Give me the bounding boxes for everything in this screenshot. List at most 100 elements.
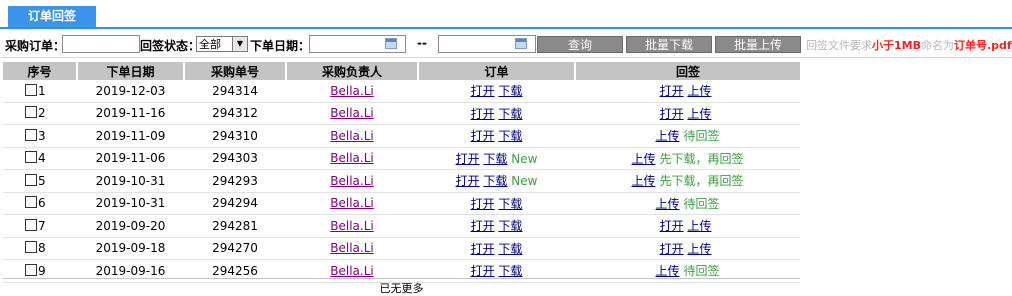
order-download-link[interactable]: 下载: [498, 197, 522, 211]
order-download-link[interactable]: 下载: [498, 84, 522, 98]
order-actions: 打开 下载: [418, 102, 575, 125]
signback-open-link[interactable]: 打开: [660, 107, 684, 121]
owner-link[interactable]: Bella.Li: [330, 264, 373, 278]
signback-upload-link[interactable]: 上传: [687, 84, 711, 98]
order-input[interactable]: [62, 35, 140, 53]
row-index: 8: [38, 241, 46, 256]
order-actions: 打开 下载: [418, 192, 575, 215]
order-open-link[interactable]: 打开: [471, 242, 495, 256]
row-checkbox[interactable]: [25, 128, 37, 141]
calendar-icon[interactable]: [515, 38, 527, 49]
row-checkbox[interactable]: [25, 263, 37, 276]
owner-link[interactable]: Bella.Li: [330, 106, 373, 120]
owner-link[interactable]: Bella.Li: [330, 129, 373, 143]
order-download-link[interactable]: 下载: [483, 152, 507, 166]
po-number: 294294: [184, 192, 286, 215]
hint-size: 小于1MB: [872, 39, 921, 52]
row-index-cell: 2: [3, 102, 77, 125]
row-index: 7: [38, 218, 46, 233]
order-date: 2019-09-18: [77, 237, 184, 260]
signback-upload-link[interactable]: 上传: [687, 219, 711, 233]
order-download-link[interactable]: 下载: [498, 242, 522, 256]
order-download-link[interactable]: 下载: [498, 219, 522, 233]
order-date: 2019-09-20: [77, 214, 184, 238]
sign-status-select[interactable]: 全部 ▼: [196, 36, 248, 52]
po-number: 294293: [184, 169, 286, 193]
owner-link[interactable]: Bella.Li: [330, 241, 373, 255]
signback-open-link[interactable]: 打开: [660, 242, 684, 256]
row-checkbox[interactable]: [25, 151, 37, 164]
owner-cell: Bella.Li: [286, 237, 418, 260]
batch-upload-button[interactable]: 批量上传: [715, 36, 801, 53]
table-header-row: 序号 下单日期 采购单号 采购负责人 订单 回签: [3, 62, 800, 80]
owner-link[interactable]: Bella.Li: [330, 219, 373, 233]
order-open-link[interactable]: 打开: [471, 107, 495, 121]
order-date: 2019-11-16: [77, 102, 184, 125]
row-checkbox[interactable]: [25, 106, 37, 119]
row-checkbox[interactable]: [25, 173, 37, 186]
order-download-link[interactable]: 下载: [498, 107, 522, 121]
signback-status: 先下载，再回签: [659, 151, 744, 166]
order-date: 2019-10-31: [77, 169, 184, 193]
owner-link[interactable]: Bella.Li: [330, 151, 373, 165]
calendar-icon[interactable]: [385, 38, 397, 49]
chevron-down-icon: ▼: [232, 37, 247, 51]
batch-download-button[interactable]: 批量下载: [626, 36, 712, 53]
row-checkbox[interactable]: [25, 241, 37, 254]
order-download-link[interactable]: 下载: [498, 264, 522, 278]
table-row: 3 2019-11-09 294310 Bella.Li 打开 下载 上传 待回签: [3, 124, 800, 148]
col-header-owner: 采购负责人: [285, 62, 418, 80]
owner-link[interactable]: Bella.Li: [330, 196, 373, 210]
row-checkbox[interactable]: [25, 196, 37, 209]
table-row: 6 2019-10-31 294294 Bella.Li 打开 下载 上传 待回签: [3, 192, 800, 215]
orders-table: 序号 下单日期 采购单号 采购负责人 订单 回签 1 2019-12-03 29…: [3, 62, 800, 283]
po-number: 294312: [184, 102, 286, 125]
signback-status: 待回签: [683, 129, 720, 144]
owner-link[interactable]: Bella.Li: [330, 174, 373, 188]
signback-upload-link[interactable]: 上传: [655, 264, 679, 278]
row-index-cell: 8: [3, 237, 77, 260]
order-open-link[interactable]: 打开: [471, 219, 495, 233]
signback-actions: 打开 上传: [575, 80, 800, 103]
row-checkbox[interactable]: [25, 83, 37, 96]
table-row: 5 2019-10-31 294293 Bella.Li 打开 下载 New 上…: [3, 169, 800, 193]
order-actions: 打开 下载: [418, 80, 575, 103]
owner-link[interactable]: Bella.Li: [330, 84, 373, 98]
order-download-link[interactable]: 下载: [498, 129, 522, 143]
row-index-cell: 5: [3, 169, 77, 193]
order-actions: 打开 下载 New: [418, 147, 575, 170]
signback-upload-link[interactable]: 上传: [687, 242, 711, 256]
order-open-link[interactable]: 打开: [456, 152, 480, 166]
order-open-link[interactable]: 打开: [471, 129, 495, 143]
order-open-link[interactable]: 打开: [471, 197, 495, 211]
order-open-link[interactable]: 打开: [471, 84, 495, 98]
row-checkbox[interactable]: [25, 218, 37, 231]
filter-bar: 采购订单： 回签状态： 全部 ▼ 下单日期： -- 查询 批量下载 批量上传 回…: [0, 33, 1012, 58]
signback-upload-link[interactable]: 上传: [655, 129, 679, 143]
signback-actions: 上传 待回签: [575, 124, 800, 148]
col-header-date: 下单日期: [76, 62, 184, 80]
signback-upload-link[interactable]: 上传: [687, 107, 711, 121]
owner-cell: Bella.Li: [286, 214, 418, 238]
order-download-link[interactable]: 下载: [483, 174, 507, 188]
no-more-footer: 已无更多: [3, 278, 800, 296]
order-open-link[interactable]: 打开: [456, 174, 480, 188]
signback-open-link[interactable]: 打开: [660, 219, 684, 233]
signback-status: 待回签: [683, 264, 720, 279]
col-header-signback: 回签: [574, 62, 800, 80]
signback-open-link[interactable]: 打开: [660, 84, 684, 98]
sign-status-label: 回签状态：: [140, 39, 201, 53]
date-separator: --: [417, 36, 427, 50]
new-badge: New: [511, 174, 538, 189]
row-index: 6: [38, 196, 46, 211]
query-button[interactable]: 查询: [537, 36, 623, 53]
signback-upload-link[interactable]: 上传: [631, 174, 655, 188]
po-number: 294310: [184, 124, 286, 148]
signback-upload-link[interactable]: 上传: [631, 152, 655, 166]
table-row: 2 2019-11-16 294312 Bella.Li 打开 下载 打开 上传: [3, 102, 800, 125]
tab-order-signback[interactable]: 订单回签: [8, 6, 96, 27]
signback-upload-link[interactable]: 上传: [655, 197, 679, 211]
row-index: 2: [38, 106, 46, 121]
order-open-link[interactable]: 打开: [471, 264, 495, 278]
order-actions: 打开 下载: [418, 124, 575, 148]
